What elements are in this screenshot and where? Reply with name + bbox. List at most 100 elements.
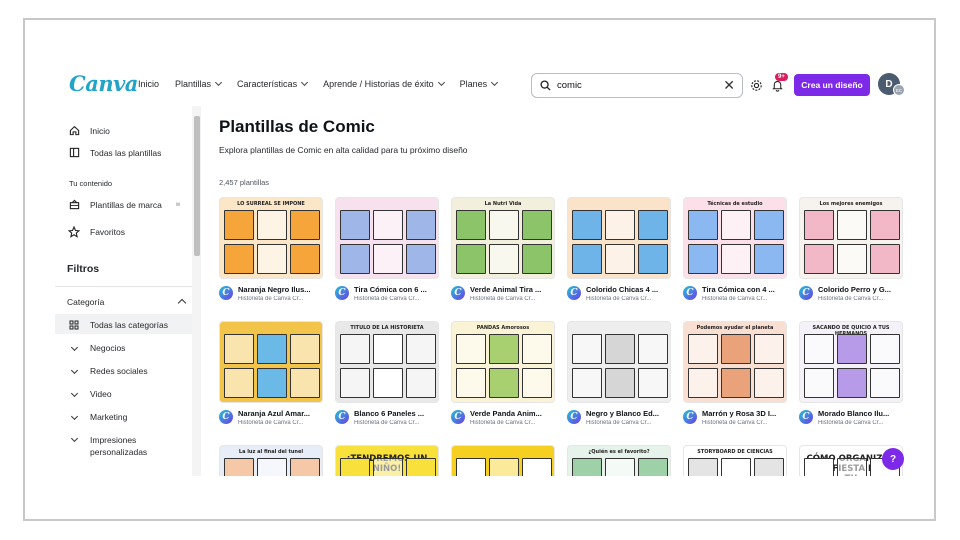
sidebar-item-label: Favoritos [90, 227, 125, 237]
category-item-0[interactable]: Todas las categorías [67, 320, 168, 330]
sidebar-scroll-thumb[interactable] [194, 116, 200, 256]
template-thumbnail[interactable]: Podemos ayudar el planeta [683, 321, 787, 403]
template-thumbnail[interactable]: Técnicas de estudio [683, 197, 787, 279]
nav-item-0[interactable]: Inicio [138, 79, 159, 89]
thumbnail-title: LO SURREAL SE IMPONE [237, 201, 305, 207]
canva-creator-icon: C [335, 286, 349, 300]
search-input[interactable] [557, 80, 707, 91]
category-item-4[interactable]: Marketing [67, 412, 127, 422]
nav-item-label: Aprende / Historias de éxito [323, 79, 434, 89]
comic-panel [290, 368, 320, 398]
sidebar-item-inicio[interactable]: Inicio [67, 125, 110, 136]
template-thumbnail[interactable] [451, 445, 555, 476]
category-item-2[interactable]: Redes sociales [67, 366, 148, 376]
template-meta: C Morado Blanco Ilu... Historieta de Canva… [799, 408, 903, 430]
category-label: Todas las categorías [90, 320, 168, 330]
template-thumbnail[interactable]: ¡TENDREMOS UN NIÑO! [335, 445, 439, 476]
nav-item-4[interactable]: Planes [460, 78, 499, 89]
templates-icon [67, 147, 81, 158]
comic-panel [605, 368, 635, 398]
nav-item-2[interactable]: Características [237, 78, 309, 89]
sidebar-item-label: Plantillas de marca [90, 199, 162, 210]
comic-panel [522, 368, 552, 398]
canva-logo[interactable]: Canva [69, 71, 138, 96]
template-name[interactable]: Tira Cómica con 6 ... [354, 285, 438, 294]
comic-panel [754, 210, 784, 240]
template-thumbnail[interactable] [219, 321, 323, 403]
template-thumbnail[interactable]: STORYBOARD DE CIENCIAS [683, 445, 787, 476]
sidebar-item-favorites[interactable]: Favoritos [67, 226, 125, 238]
template-name[interactable]: Verde Panda Anim... [470, 409, 554, 418]
page-title: Plantillas de Comic [219, 117, 375, 136]
template-name[interactable]: Morado Blanco Ilu... [818, 409, 902, 418]
comic-panel [257, 244, 287, 274]
chevron-down-icon [491, 78, 499, 87]
comic-panel [373, 458, 403, 476]
comic-panel [489, 334, 519, 364]
comic-panel [406, 210, 436, 240]
settings-gear-icon[interactable] [748, 77, 764, 93]
comic-panel [290, 458, 320, 476]
template-name[interactable]: Negro y Blanco Ed... [586, 409, 670, 418]
category-item-1[interactable]: Negocios [67, 343, 125, 353]
category-item-3[interactable]: Video [67, 389, 112, 399]
template-thumbnail[interactable]: ¿Quién es el favorito? [567, 445, 671, 476]
template-name[interactable]: Blanco 6 Paneles ... [354, 409, 438, 418]
nav-item-1[interactable]: Plantillas [175, 78, 223, 89]
comic-panel [837, 334, 867, 364]
nav-item-3[interactable]: Aprende / Historias de éxito [323, 78, 445, 89]
search-bar[interactable]: ✕ [531, 73, 743, 98]
template-thumbnail[interactable] [567, 321, 671, 403]
template-name[interactable]: Naranja Negro Ilus... [238, 285, 322, 294]
comic-panel [257, 458, 287, 476]
template-thumbnail[interactable]: PANDAS Amorosos [451, 321, 555, 403]
comic-panel [638, 244, 668, 274]
chevron-up-icon [177, 298, 187, 308]
chevron-down-icon [301, 78, 309, 87]
template-thumbnail[interactable] [335, 197, 439, 279]
canva-page: Canva Inicio Plantillas Características Apr… [55, 70, 907, 476]
comic-panel [804, 368, 834, 398]
template-thumbnail[interactable]: LO SURREAL SE IMPONE [219, 197, 323, 279]
comic-panel [456, 368, 486, 398]
template-name[interactable]: Verde Animal Tira ... [470, 285, 554, 294]
template-thumbnail[interactable]: SACANDO DE QUICIO A TUS HERMANOS [799, 321, 903, 403]
chevron-down-icon [67, 434, 81, 443]
sidebar-item-all-templates[interactable]: Todas las plantillas [67, 147, 161, 158]
template-meta: C Naranja Negro Ilus... Historieta de Canv… [219, 284, 323, 306]
category-label: Negocios [90, 343, 126, 353]
template-name[interactable]: Colorido Chicas 4 ... [586, 285, 670, 294]
template-name[interactable]: Tira Cómica con 4 ... [702, 285, 786, 294]
template-name[interactable]: Marrón y Rosa 3D I... [702, 409, 786, 418]
clear-search-icon[interactable]: ✕ [723, 77, 735, 94]
canva-creator-icon: C [219, 286, 233, 300]
template-name[interactable]: Colorido Perro y G... [818, 285, 902, 294]
comic-panel [837, 458, 867, 476]
grid-icon [67, 320, 81, 330]
template-meta: C Tira Cómica con 4 ... Historieta de Canv… [683, 284, 787, 306]
category-item-5[interactable]: Impresiones personalizadas [67, 434, 160, 458]
comic-panel [224, 334, 254, 364]
comic-panel [456, 458, 486, 476]
comic-panel [804, 244, 834, 274]
create-design-button[interactable]: Crea un diseño [794, 74, 870, 96]
category-toggle[interactable]: Categoría [67, 297, 187, 308]
template-thumbnail[interactable]: Los mejores enemigos [799, 197, 903, 279]
comic-panel [290, 244, 320, 274]
comic-panel [340, 210, 370, 240]
help-button[interactable]: ? [882, 448, 904, 470]
comic-panel [224, 368, 254, 398]
comic-panel [340, 368, 370, 398]
template-thumbnail[interactable] [567, 197, 671, 279]
chevron-down-icon [67, 389, 81, 398]
filters-title: Filtros [67, 263, 100, 275]
template-name[interactable]: Naranja Azul Amar... [238, 409, 322, 418]
comic-panel [688, 368, 718, 398]
comic-panel [638, 334, 668, 364]
template-thumbnail[interactable]: La Nutri Vida [451, 197, 555, 279]
sidebar-item-brand-templates[interactable]: Plantillas de marca w [67, 199, 180, 210]
comic-panel [837, 244, 867, 274]
template-thumbnail[interactable]: TITULO DE LA HISTORIETA [335, 321, 439, 403]
comic-panel [688, 210, 718, 240]
template-thumbnail[interactable]: La luz al final del tunel [219, 445, 323, 476]
